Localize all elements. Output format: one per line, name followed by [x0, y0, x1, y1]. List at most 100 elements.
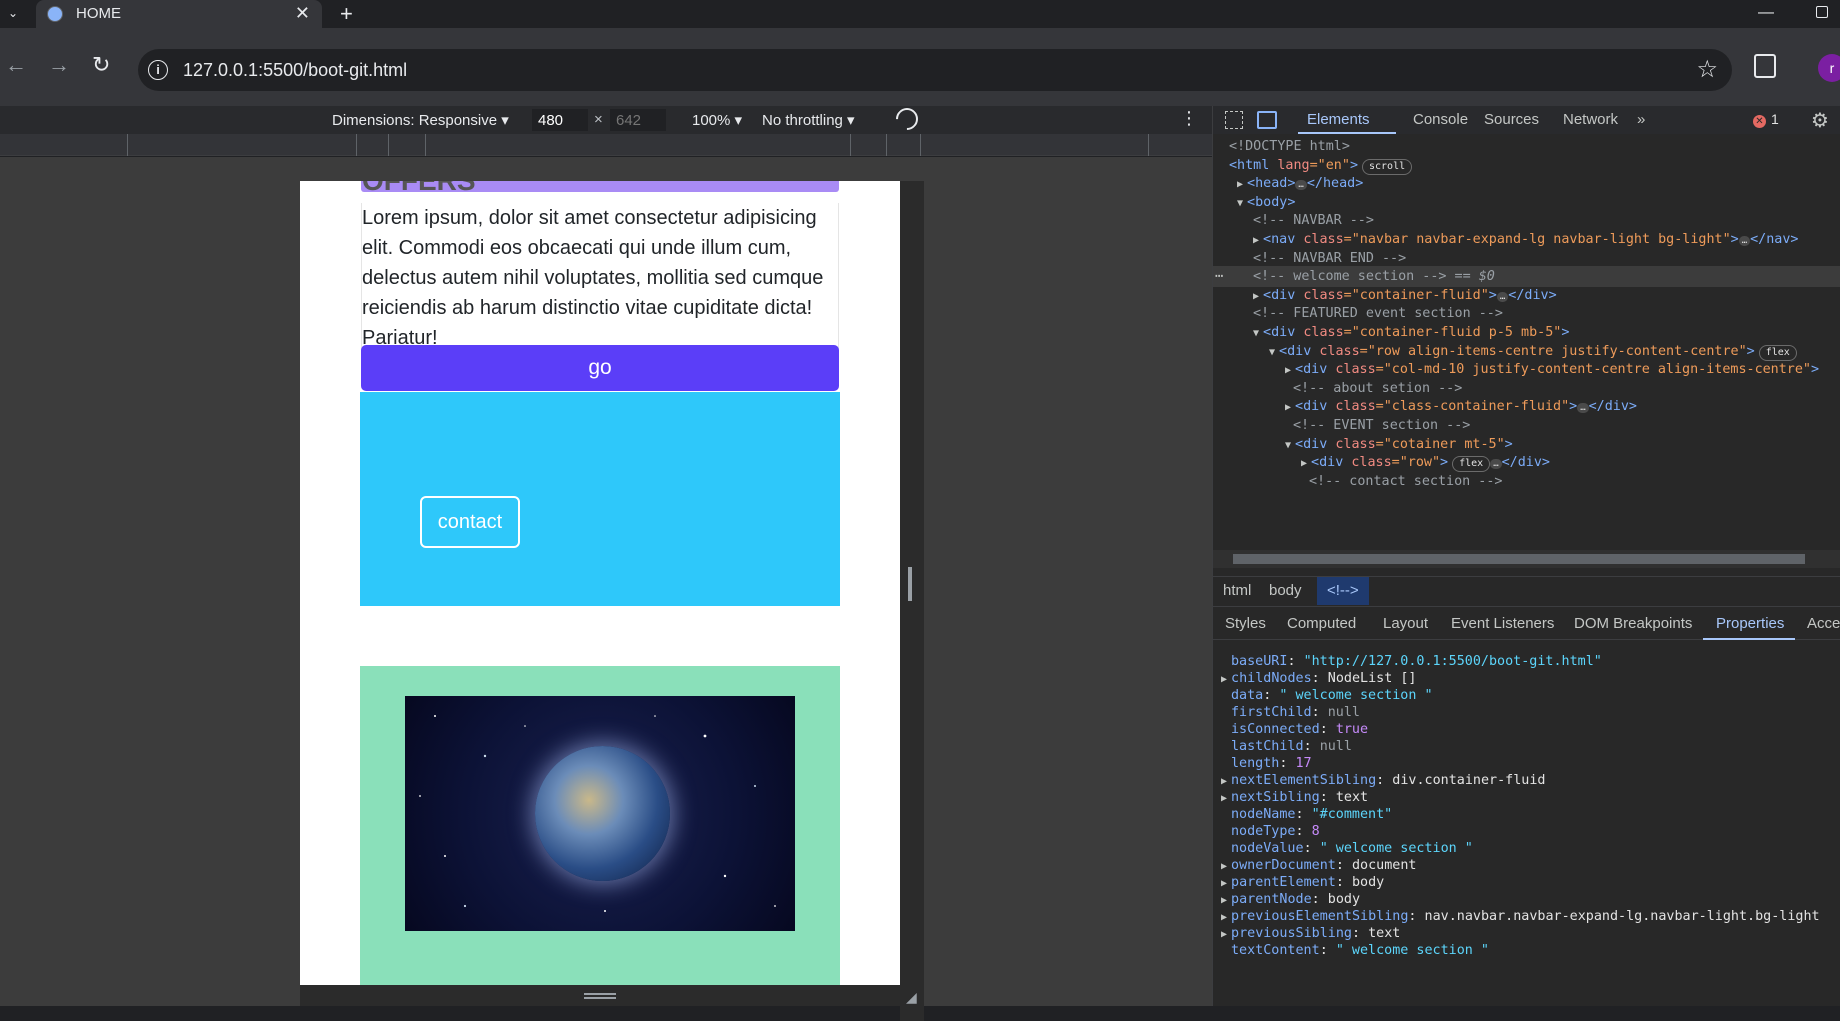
ellipsis-icon[interactable]: … [1490, 459, 1502, 470]
breadcrumb-comment[interactable]: <!--> [1317, 577, 1369, 605]
ruler-tick[interactable] [127, 134, 128, 156]
collapse-arrow-icon[interactable]: ▼ [1253, 328, 1259, 339]
active-tab-underline [1298, 132, 1396, 134]
profile-avatar[interactable]: r [1818, 54, 1840, 82]
expand-arrow-icon[interactable]: ▶ [1221, 912, 1227, 923]
new-tab-button[interactable]: + [340, 0, 353, 28]
scrollbar-thumb[interactable] [1233, 554, 1805, 564]
zoom-select[interactable]: 100% ▾ [692, 111, 742, 129]
horizontal-scrollbar[interactable] [1213, 550, 1840, 568]
expand-arrow-icon[interactable]: ▶ [1221, 878, 1227, 889]
tab-title: HOME [76, 5, 121, 22]
expand-arrow-icon[interactable]: ▶ [1253, 291, 1259, 302]
rotate-icon[interactable] [891, 103, 923, 135]
property-value: " welcome section " [1279, 688, 1433, 703]
expand-arrow-icon[interactable]: ▶ [1221, 861, 1227, 872]
property-key: parentNode [1231, 892, 1312, 907]
expand-arrow-icon[interactable]: ▶ [1237, 179, 1243, 190]
reload-icon[interactable]: ↻ [92, 52, 110, 78]
collapse-arrow-icon[interactable]: ▼ [1237, 198, 1243, 209]
device-toggle-icon[interactable] [1257, 111, 1277, 129]
collapse-arrow-icon[interactable]: ▼ [1285, 440, 1291, 451]
node-menu-icon[interactable]: ⋯ [1215, 266, 1223, 288]
expand-arrow-icon[interactable]: ▶ [1221, 895, 1227, 906]
expand-arrow-icon[interactable]: ▶ [1285, 365, 1291, 376]
property-key: baseURI [1231, 654, 1288, 669]
tab-network[interactable]: Network [1563, 111, 1618, 128]
attr-name: class [1327, 362, 1376, 378]
url-text[interactable]: 127.0.0.1:5500/boot-git.html [183, 60, 407, 81]
breadcrumb-html[interactable]: html [1223, 582, 1251, 599]
address-bar[interactable]: i 127.0.0.1:5500/boot-git.html ☆ [138, 49, 1732, 91]
gear-icon[interactable]: ⚙ [1811, 108, 1829, 133]
tag-name: <div [1295, 362, 1328, 378]
corner-resize-icon[interactable]: ◢ [906, 989, 917, 1006]
back-arrow-icon[interactable]: ← [5, 52, 27, 78]
dom-node[interactable]: <!-- contact section --> [1309, 471, 1502, 492]
browser-tab[interactable]: HOME ✕ [36, 0, 322, 28]
tab-computed[interactable]: Computed [1287, 615, 1356, 632]
tab-elements[interactable]: Elements [1307, 111, 1370, 128]
throttling-select[interactable]: No throttling ▾ [762, 111, 855, 129]
expand-arrow-icon[interactable]: ▶ [1301, 458, 1307, 469]
expand-arrow-icon[interactable]: ▶ [1221, 674, 1227, 685]
site-info-icon[interactable]: i [148, 60, 168, 80]
layout-badge[interactable]: flex [1758, 344, 1797, 361]
tab-dom-breakpoints[interactable]: DOM Breakpoints [1574, 615, 1692, 632]
tab-close-icon[interactable]: ✕ [295, 3, 310, 24]
tab-accessibility[interactable]: Acce [1807, 615, 1840, 632]
comment-text: <!-- NAVBAR END --> [1253, 250, 1407, 266]
expand-arrow-icon[interactable]: ▶ [1285, 402, 1291, 413]
dimensions-select[interactable]: Dimensions: Responsive ▾ [332, 111, 509, 129]
ruler-tick[interactable] [425, 134, 426, 156]
contact-button[interactable]: contact [420, 496, 520, 548]
go-button[interactable]: go [361, 345, 839, 391]
ellipsis-icon[interactable]: … [1295, 180, 1307, 191]
collapse-arrow-icon[interactable]: ▼ [1269, 347, 1275, 358]
width-input[interactable] [532, 109, 588, 131]
breadcrumb: html body <!--> [1213, 576, 1840, 605]
breadcrumb-body[interactable]: body [1269, 582, 1302, 599]
ellipsis-icon[interactable]: … [1496, 291, 1509, 302]
media-query-ruler [0, 134, 1212, 156]
error-count-badge[interactable]: ✕ 1 [1753, 111, 1779, 128]
expand-arrow-icon[interactable]: ▶ [1221, 929, 1227, 940]
ruler-tick[interactable] [920, 134, 921, 156]
minimize-icon[interactable]: — [1758, 0, 1774, 26]
tab-event-listeners[interactable]: Event Listeners [1451, 615, 1554, 632]
ruler-tick[interactable] [388, 134, 389, 156]
more-options-icon[interactable]: ⋮ [1180, 108, 1198, 129]
ruler-tick[interactable] [1148, 134, 1149, 156]
restore-window-icon[interactable] [1816, 6, 1828, 18]
tab-sources[interactable]: Sources [1484, 111, 1539, 128]
ellipsis-icon[interactable]: … [1577, 403, 1589, 414]
times-sign: × [594, 111, 603, 128]
tab-console[interactable]: Console [1413, 111, 1468, 128]
expand-arrow-icon[interactable]: ▶ [1221, 776, 1227, 787]
inspect-element-icon[interactable] [1225, 111, 1243, 129]
ruler-tick[interactable] [886, 134, 887, 156]
more-tabs-icon[interactable]: » [1637, 111, 1645, 128]
property-colon: : [1408, 909, 1425, 924]
property-row[interactable]: textContent: " welcome section " [1221, 941, 1489, 961]
tag-close: > [1811, 362, 1820, 378]
expand-arrow-icon[interactable]: ▶ [1253, 235, 1259, 246]
ruler-tick[interactable] [356, 134, 357, 156]
resize-handle-bottom[interactable] [584, 993, 616, 999]
layout-badge[interactable]: scroll [1362, 158, 1413, 175]
forward-arrow-icon[interactable]: → [48, 52, 70, 78]
layout-badge[interactable]: flex [1452, 456, 1491, 473]
extensions-icon[interactable] [1754, 54, 1776, 78]
height-input[interactable] [610, 109, 666, 131]
resize-handle-right[interactable] [908, 567, 912, 601]
bookmark-star-icon[interactable]: ☆ [1696, 55, 1718, 84]
ruler-tick[interactable] [850, 134, 851, 156]
tab-search-icon[interactable]: ⌄ [0, 0, 26, 28]
offers-heading: OFFERS [362, 181, 476, 192]
expand-arrow-icon[interactable]: ▶ [1221, 793, 1227, 804]
tab-layout[interactable]: Layout [1383, 615, 1428, 632]
ellipsis-icon[interactable]: … [1738, 236, 1751, 246]
property-value: text [1335, 790, 1369, 805]
tab-properties[interactable]: Properties [1716, 615, 1784, 632]
tab-styles[interactable]: Styles [1225, 615, 1266, 632]
